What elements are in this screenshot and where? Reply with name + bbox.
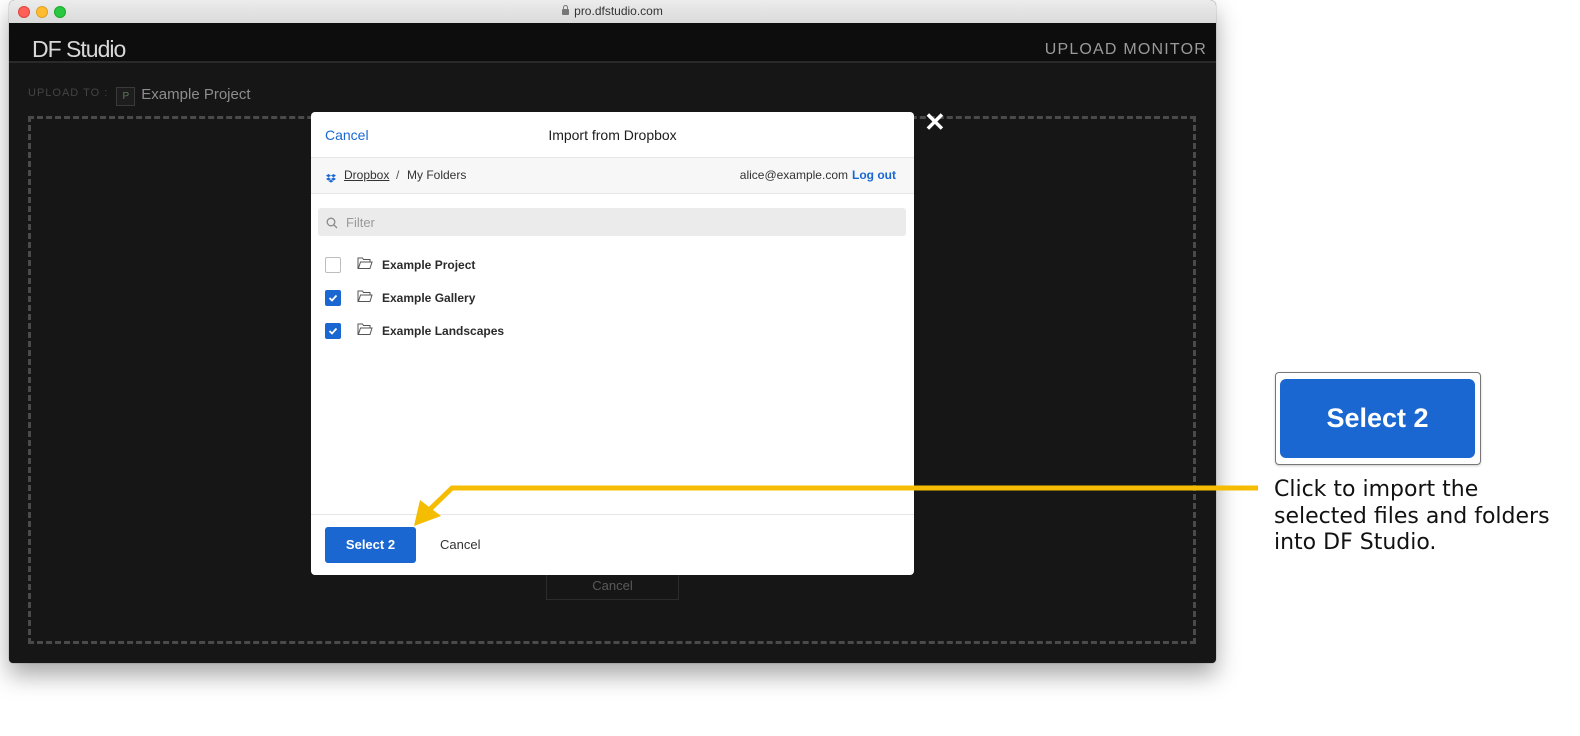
- callout-text: Click to import the selected files and f…: [1274, 477, 1550, 555]
- callout-select-button: Select 2: [1280, 379, 1475, 458]
- callout-arrow: [414, 485, 1258, 526]
- callout-zoom-frame: Select 2: [1275, 372, 1481, 465]
